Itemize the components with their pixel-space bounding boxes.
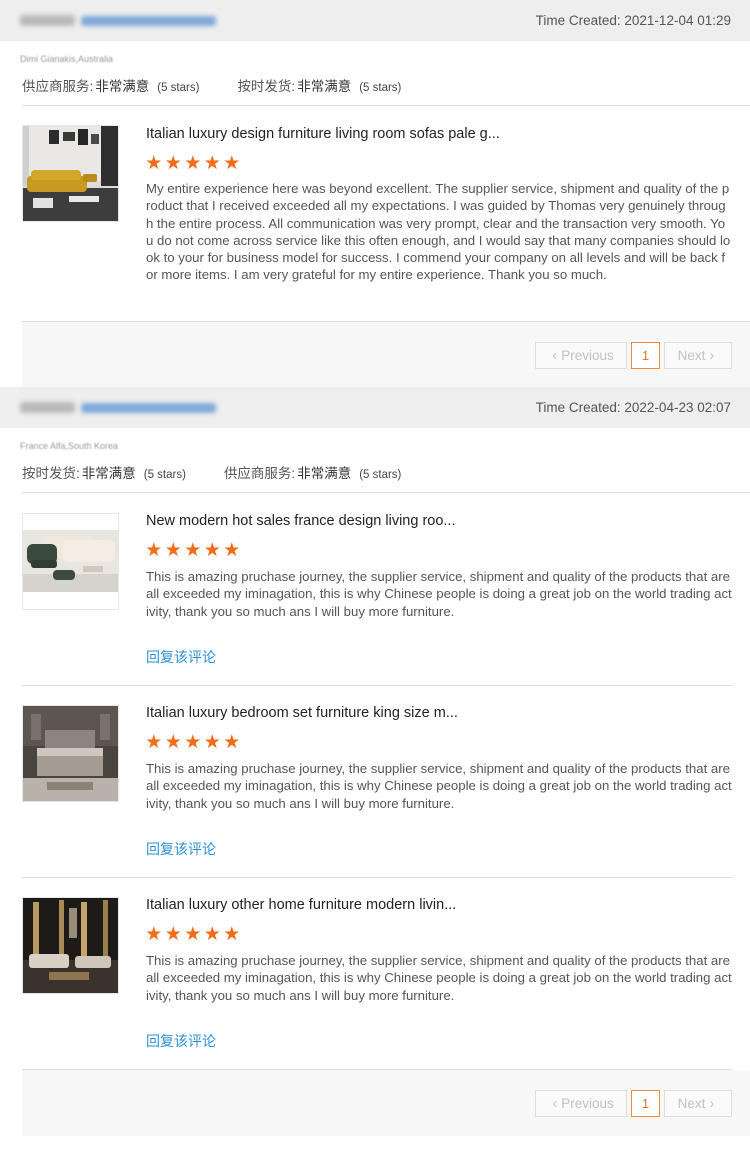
review-footer: ‹ Previous 1 Next › <box>22 322 750 387</box>
rating-item: 按时发货: 非常满意 (5 stars) <box>22 462 186 482</box>
star-icon: ★ <box>145 153 163 174</box>
review-text: This is amazing pruchase journey, the su… <box>146 569 732 619</box>
previous-page-button[interactable]: ‹ Previous <box>535 342 627 369</box>
star-icon: ★ <box>223 540 241 561</box>
review-text: This is amazing pruchase journey, the su… <box>146 953 732 1003</box>
rating-value: 非常满意 <box>95 79 150 94</box>
review-star-rating: ★ ★ ★ ★ ★ <box>145 733 241 752</box>
star-icon: ★ <box>164 924 182 945</box>
star-icon: ★ <box>223 732 241 753</box>
rating-stars-text: (5 stars) <box>359 469 402 481</box>
product-title[interactable]: Italian luxury design furniture living r… <box>146 126 506 142</box>
review-star-rating: ★ ★ ★ ★ ★ <box>145 154 241 173</box>
rating-summary: 按时发货: 非常满意 (5 stars) 供应商服务: 非常满意 (5 star… <box>22 462 401 482</box>
next-page-button[interactable]: Next › <box>664 342 732 369</box>
rating-stars-text: (5 stars) <box>157 82 200 94</box>
order-label-blurred <box>20 15 75 26</box>
rating-label: 按时发货: <box>237 79 296 94</box>
order-link-blurred[interactable] <box>81 402 216 413</box>
buyer-name: Dimi Gianakis,Australia <box>20 54 114 64</box>
divider <box>22 877 732 878</box>
previous-page-button[interactable]: ‹ Previous <box>535 1090 627 1117</box>
page-1-button[interactable]: 1 <box>631 1090 660 1117</box>
next-label: Next <box>677 348 706 363</box>
rating-stars-text: (5 stars) <box>143 469 186 481</box>
star-icon: ★ <box>145 924 163 945</box>
rating-item: 供应商服务: 非常满意 (5 stars) <box>224 462 401 482</box>
buyer-name: France Alfa,South Korea <box>20 441 119 451</box>
reply-review-link[interactable]: 回复该评论 <box>146 1031 216 1051</box>
star-icon: ★ <box>164 540 182 561</box>
rating-label: 按时发货: <box>22 466 80 481</box>
star-icon: ★ <box>203 732 221 753</box>
reply-review-link[interactable]: 回复该评论 <box>146 647 216 667</box>
rating-label: 供应商服务: <box>223 466 296 481</box>
pagination: ‹ Previous 1 Next › <box>535 342 732 369</box>
rating-value: 非常满意 <box>297 466 352 481</box>
star-icon: ★ <box>184 153 202 174</box>
star-icon: ★ <box>203 153 221 174</box>
review-star-rating: ★ ★ ★ ★ ★ <box>145 541 241 560</box>
product-thumbnail[interactable] <box>22 125 119 222</box>
review-footer: ‹ Previous 1 Next › <box>22 1070 750 1136</box>
rating-item: 供应商服务: 非常满意 (5 stars) <box>22 75 199 95</box>
reply-review-link[interactable]: 回复该评论 <box>146 839 216 859</box>
order-number-blurred <box>20 15 216 26</box>
previous-label: Previous <box>561 348 614 363</box>
star-icon: ★ <box>223 153 241 174</box>
star-icon: ★ <box>145 540 163 561</box>
order-header: Time Created: 2022-04-23 02:07 <box>0 387 750 428</box>
product-thumbnail[interactable] <box>22 705 119 802</box>
rating-value: 非常满意 <box>297 79 352 94</box>
page-1-button[interactable]: 1 <box>631 342 660 369</box>
star-icon: ★ <box>203 540 221 561</box>
review-text: My entire experience here was beyond exc… <box>146 181 731 283</box>
divider <box>22 685 732 686</box>
chevron-right-icon: › <box>709 1095 715 1112</box>
star-icon: ★ <box>184 924 202 945</box>
product-image <box>23 898 118 993</box>
divider <box>22 492 750 493</box>
review-text: This is amazing pruchase journey, the su… <box>146 761 732 811</box>
product-thumbnail[interactable] <box>22 897 119 994</box>
divider <box>22 105 750 106</box>
pagination: ‹ Previous 1 Next › <box>535 1090 732 1117</box>
time-created: Time Created: 2021-12-04 01:29 <box>535 13 731 28</box>
rating-summary: 供应商服务: 非常满意 (5 stars) 按时发货: 非常满意 (5 star… <box>22 75 401 95</box>
rating-item: 按时发货: 非常满意 (5 stars) <box>237 75 401 95</box>
star-icon: ★ <box>203 924 221 945</box>
previous-label: Previous <box>561 1096 614 1111</box>
star-icon: ★ <box>223 924 241 945</box>
next-label: Next <box>677 1096 706 1111</box>
chevron-right-icon: › <box>709 347 715 364</box>
time-created: Time Created: 2022-04-23 02:07 <box>535 400 731 415</box>
product-title[interactable]: Italian luxury other home furniture mode… <box>146 897 506 913</box>
order-link-blurred[interactable] <box>81 15 216 26</box>
star-icon: ★ <box>164 732 182 753</box>
rating-stars-text: (5 stars) <box>359 82 402 94</box>
order-label-blurred <box>20 402 75 413</box>
star-icon: ★ <box>184 732 202 753</box>
star-icon: ★ <box>145 732 163 753</box>
rating-label: 供应商服务: <box>22 79 94 94</box>
order-header: Time Created: 2021-12-04 01:29 <box>0 0 750 41</box>
product-image <box>23 126 118 221</box>
product-title[interactable]: Italian luxury bedroom set furniture kin… <box>146 705 506 721</box>
product-thumbnail[interactable] <box>22 513 119 610</box>
next-page-button[interactable]: Next › <box>664 1090 732 1117</box>
review-star-rating: ★ ★ ★ ★ ★ <box>145 925 241 944</box>
order-number-blurred <box>20 402 216 413</box>
product-image <box>23 706 118 801</box>
chevron-left-icon: ‹ <box>552 347 558 364</box>
star-icon: ★ <box>164 153 182 174</box>
product-image <box>23 514 118 609</box>
star-icon: ★ <box>184 540 202 561</box>
product-title[interactable]: New modern hot sales france design livin… <box>146 513 506 529</box>
chevron-left-icon: ‹ <box>552 1095 558 1112</box>
rating-value: 非常满意 <box>81 466 136 481</box>
